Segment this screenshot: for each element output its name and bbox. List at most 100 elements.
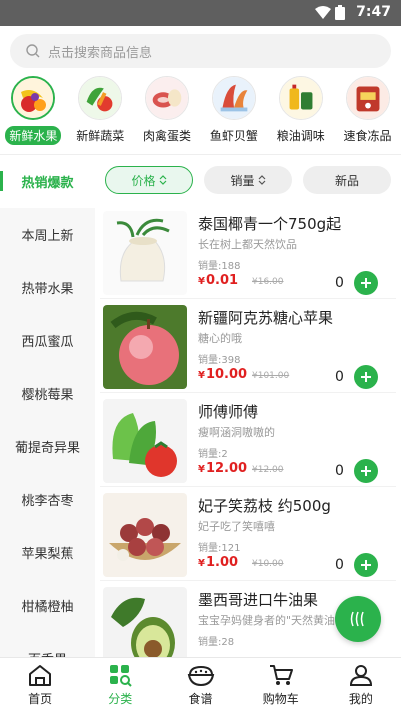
filter-label: 销量	[230, 173, 255, 188]
filter-label: 新品	[334, 173, 359, 188]
add-to-cart-button[interactable]	[354, 365, 378, 389]
category-label: 速食冻品	[343, 129, 392, 143]
product-desc: 瘦啊涵洞嗷嗷的	[198, 426, 275, 439]
category-meat[interactable]: 肉禽蛋类	[136, 76, 198, 148]
search-bar[interactable]: 点击搜索商品信息	[10, 34, 391, 68]
tab-label: 我的	[348, 691, 373, 706]
sidebar-item-berries[interactable]: 樱桃莓果	[0, 367, 95, 420]
category-grain-oil[interactable]: 粮油调味	[270, 76, 332, 148]
fruit-icon	[11, 76, 56, 120]
category-seafood[interactable]: 鱼虾贝蟹	[203, 76, 265, 148]
sidebar-item-stone-fruit[interactable]: 桃李杏枣	[0, 473, 95, 526]
sidebar-item-hot[interactable]: 热销爆款	[0, 155, 95, 208]
product-price: ¥12.00	[198, 461, 247, 476]
sort-icon	[258, 175, 265, 185]
category-vegetable[interactable]: 新鲜蔬菜	[69, 76, 131, 148]
currency-symbol: ¥	[198, 276, 205, 287]
product-item[interactable]: 新疆阿克苏糖心苹果 糖心的哦 销量:398 ¥10.00 ¥101.00 0	[100, 299, 396, 393]
home-icon	[27, 662, 53, 688]
product-sales: 销量:398	[198, 355, 241, 366]
product-price: ¥0.01	[198, 273, 238, 288]
product-item[interactable]: 泰国椰青一个750g起 长在树上都天然饮品 销量:188 ¥0.01 ¥16.0…	[100, 205, 396, 299]
battery-icon	[335, 5, 345, 20]
product-sales: 销量:2	[198, 449, 228, 460]
filter-sales[interactable]: 销量	[204, 166, 292, 194]
category-icon	[108, 662, 133, 688]
lychee-image	[103, 493, 187, 577]
product-price: ¥1.00	[198, 555, 238, 570]
filter-price[interactable]: 价格	[105, 166, 193, 194]
tab-cart[interactable]: 购物车	[241, 658, 321, 710]
sidebar-item-new-this-week[interactable]: 本周上新	[0, 208, 95, 261]
category-label: 肉禽蛋类	[143, 129, 192, 143]
price-value: 1.00	[205, 555, 239, 570]
sidebar: 热销爆款 本周上新 热带水果 西瓜蜜瓜 樱桃莓果 葡提奇异果 桃李杏枣 苹果梨蕉…	[0, 155, 95, 657]
product-sales: 销量:121	[198, 543, 241, 554]
product-name: 妃子笑荔枝 约500g	[198, 497, 331, 515]
status-icons	[315, 5, 345, 20]
avocado-image	[103, 587, 187, 657]
product-name: 新疆阿克苏糖心苹果	[198, 309, 334, 327]
plus-icon	[361, 278, 371, 288]
coconut-image	[103, 211, 187, 295]
sidebar-item-citrus[interactable]: 柑橘橙柚	[0, 579, 95, 632]
add-to-cart-button[interactable]	[354, 271, 378, 295]
cart-icon	[268, 662, 294, 688]
currency-symbol: ¥	[198, 464, 205, 475]
currency-symbol: ¥	[198, 370, 205, 381]
product-desc: 妃子吃了笑嘻嘻	[198, 520, 275, 533]
product-item[interactable]: 师傅师傅 瘦啊涵洞嗷嗷的 销量:2 ¥12.00 ¥12.00 0	[100, 393, 396, 487]
sidebar-item-apple-pear-banana[interactable]: 苹果梨蕉	[0, 526, 95, 579]
category-fruit[interactable]: 新鲜水果	[2, 76, 64, 148]
vegetable-image	[103, 399, 187, 483]
product-name: 师傅师傅	[198, 403, 259, 421]
tab-label: 首页	[28, 691, 53, 706]
sidebar-item-melon[interactable]: 西瓜蜜瓜	[0, 314, 95, 367]
sidebar-item-tropical[interactable]: 热带水果	[0, 261, 95, 314]
sort-icon	[159, 175, 166, 185]
tab-label: 分类	[108, 691, 133, 706]
category-label: 新鲜蔬菜	[76, 129, 125, 143]
sidebar-item-grapes-kiwi[interactable]: 葡提奇异果	[0, 420, 95, 473]
apple-image	[103, 305, 187, 389]
filter-label: 价格	[131, 173, 156, 188]
tab-label: 购物车	[262, 691, 299, 706]
chevrons-icon	[350, 611, 364, 627]
price-value: 0.01	[205, 273, 239, 288]
price-value: 12.00	[205, 461, 248, 476]
product-quantity: 0	[335, 557, 344, 573]
sidebar-item-passion-fruit[interactable]: 百香果	[0, 632, 95, 657]
tab-profile[interactable]: 我的	[321, 658, 401, 710]
category-label: 新鲜水果	[5, 126, 62, 145]
meat-icon	[145, 76, 190, 120]
add-to-cart-button[interactable]	[354, 553, 378, 577]
product-old-price: ¥12.00	[252, 465, 284, 475]
vegetable-icon	[78, 76, 123, 120]
category-label: 粮油调味	[276, 129, 325, 143]
product-desc: 糖心的哦	[198, 332, 242, 345]
tab-home[interactable]: 首页	[0, 658, 80, 710]
grain-oil-icon	[278, 76, 323, 120]
product-item[interactable]: 妃子笑荔枝 约500g 妃子吃了笑嘻嘻 销量:121 ¥1.00 ¥10.00 …	[100, 487, 396, 581]
filter-new[interactable]: 新品	[303, 166, 391, 194]
status-time: 7:47	[356, 4, 391, 20]
add-to-cart-button[interactable]	[354, 459, 378, 483]
product-desc: 长在树上都天然饮品	[198, 238, 297, 251]
recipe-icon	[187, 662, 215, 688]
floating-action-button[interactable]	[335, 596, 381, 642]
product-list: 泰国椰青一个750g起 长在树上都天然饮品 销量:188 ¥0.01 ¥16.0…	[100, 205, 396, 657]
profile-icon	[349, 662, 373, 688]
search-placeholder: 点击搜索商品信息	[48, 45, 153, 61]
product-desc: 宝宝孕妈健身者的"天然黄油"	[198, 614, 341, 627]
tab-category[interactable]: 分类	[80, 658, 160, 710]
status-bar: 7:47	[0, 0, 401, 26]
tab-recipe[interactable]: 食谱	[160, 658, 240, 710]
plus-icon	[361, 372, 371, 382]
category-frozen[interactable]: 速食冻品	[337, 76, 399, 148]
filter-bar: 价格 销量 新品	[105, 166, 391, 194]
seafood-icon	[211, 76, 256, 120]
product-old-price: ¥16.00	[252, 277, 284, 287]
plus-icon	[361, 560, 371, 570]
product-old-price: ¥10.00	[252, 559, 284, 569]
frozen-food-icon	[345, 76, 390, 120]
